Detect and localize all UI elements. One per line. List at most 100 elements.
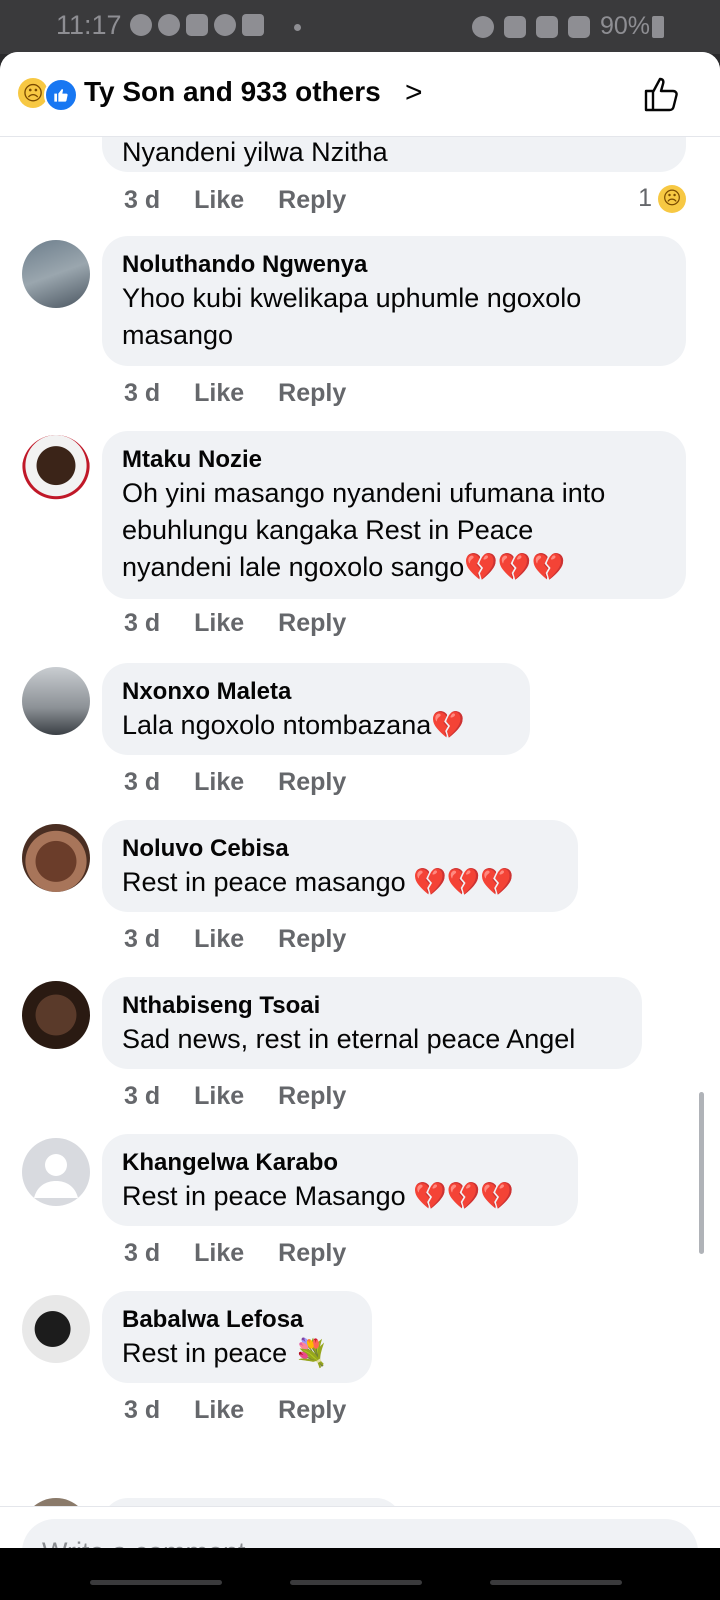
default-avatar-icon[interactable] [22, 1138, 90, 1206]
reply-button[interactable]: Reply [278, 925, 346, 954]
sad-reaction-icon: ☹ [658, 184, 686, 213]
app-icon [186, 14, 208, 36]
whatsapp-icon [130, 14, 152, 36]
reply-button[interactable]: Reply [278, 609, 346, 638]
commenter-name[interactable]: Khangelwa Karabo [122, 1148, 558, 1178]
comment-bubble[interactable]: Nyandeni yilwa Nzitha [102, 136, 686, 172]
alarm-icon [471, 15, 494, 38]
like-button[interactable]: Like [194, 379, 244, 408]
reply-button[interactable]: Reply [278, 1396, 346, 1425]
battery-icon [652, 16, 664, 38]
reply-button[interactable]: Reply [278, 1082, 346, 1111]
chevron-right-icon[interactable]: > [405, 76, 423, 110]
reply-button[interactable]: Reply [278, 1239, 346, 1268]
fire-icon [214, 14, 236, 36]
comment-bubble[interactable]: Mtaku Nozie Oh yini masango nyandeni ufu… [102, 431, 686, 599]
notification-icons [130, 14, 264, 36]
comment-time: 3 d [124, 379, 161, 407]
comment-text-line: Yhoo kubi kwelikapa uphumle ngoxolo [122, 283, 582, 313]
wifi-icon [535, 15, 558, 38]
comment-time: 3 d [124, 768, 161, 796]
commenter-name[interactable]: Nxonxo Maleta [122, 677, 510, 707]
like-button[interactable]: Like [194, 609, 244, 638]
reactions-summary[interactable]: Ty Son and 933 others [84, 76, 381, 108]
comment-composer [0, 1506, 720, 1548]
reactions-header[interactable]: ☹ Ty Son and 933 others > [0, 52, 720, 137]
comment-actions: 3 d Like Reply [124, 609, 346, 638]
messenger-icon [158, 14, 180, 36]
like-button[interactable]: Like [194, 1396, 244, 1425]
like-button[interactable]: Like [194, 1082, 244, 1111]
comment-reaction-count[interactable]: 1 ☹ [638, 184, 686, 213]
commenter-name[interactable]: Noluthando Ngwenya [122, 250, 666, 280]
comment-bubble[interactable] [102, 1498, 402, 1506]
like-reaction-icon [44, 78, 78, 112]
download-icon [242, 14, 264, 36]
like-button[interactable]: Like [194, 1239, 244, 1268]
reply-button[interactable]: Reply [278, 186, 346, 215]
scrollbar[interactable] [699, 1092, 704, 1254]
system-icons: 90% [471, 12, 650, 41]
like-button[interactable]: Like [194, 186, 244, 215]
comment-time: 3 d [124, 1082, 161, 1110]
comment-text-line: nyandeni lale ngoxolo sango💔💔💔 [122, 552, 566, 582]
more-notifications-dot [294, 24, 301, 31]
nav-home-button[interactable] [290, 1580, 422, 1585]
comment-bubble[interactable]: Khangelwa Karabo Rest in peace Masango 💔… [102, 1134, 578, 1226]
nav-recents-button[interactable] [90, 1580, 222, 1585]
nav-back-button[interactable] [490, 1580, 622, 1585]
comment-text: Sad news, rest in eternal peace Angel [122, 1024, 576, 1054]
comment-bubble[interactable]: Noluthando Ngwenya Yhoo kubi kwelikapa u… [102, 236, 686, 366]
comment-actions: 3 d Like Reply [124, 768, 346, 797]
comment-text: Nyandeni yilwa Nzitha [122, 137, 388, 167]
comment-actions: 3 d Like Reply [124, 186, 346, 215]
comment-text-line: ebuhlungu kangaka Rest in Peace [122, 515, 534, 545]
comment-text: Lala ngoxolo ntombazana💔 [122, 710, 465, 740]
comment-time: 3 d [124, 1396, 161, 1424]
comment-time: 3 d [124, 609, 161, 637]
comment-time: 3 d [124, 1239, 161, 1267]
comment-bubble[interactable]: Nthabiseng Tsoai Sad news, rest in etern… [102, 977, 642, 1069]
like-button[interactable]: Like [194, 925, 244, 954]
comment-text: Rest in peace 💐 [122, 1338, 329, 1368]
signal-icon [567, 15, 590, 38]
commenter-name[interactable]: Mtaku Nozie [122, 445, 666, 475]
mute-icon [503, 15, 526, 38]
comment-input[interactable] [22, 1519, 698, 1548]
avatar[interactable] [22, 824, 90, 892]
status-bar: 11:17 90% [0, 0, 720, 54]
reaction-icons: ☹ [18, 78, 78, 112]
status-time: 11:17 [56, 10, 122, 40]
like-thumb-icon[interactable] [642, 74, 682, 114]
comment-bubble[interactable]: Babalwa Lefosa Rest in peace 💐 [102, 1291, 372, 1383]
navigation-bar [0, 1548, 720, 1600]
avatar[interactable] [22, 1295, 90, 1363]
reply-button[interactable]: Reply [278, 379, 346, 408]
commenter-name[interactable]: Noluvo Cebisa [122, 834, 558, 864]
reply-button[interactable]: Reply [278, 768, 346, 797]
comments-list[interactable]: Nyandeni yilwa Nzitha 3 d Like Reply 1 ☹… [0, 136, 720, 1506]
comment-time: 3 d [124, 925, 161, 953]
commenter-name[interactable]: Nthabiseng Tsoai [122, 991, 622, 1021]
avatar[interactable] [22, 667, 90, 735]
comment-text: Rest in peace Masango 💔💔💔 [122, 1181, 515, 1211]
comment-text-line: Oh yini masango nyandeni ufumana into [122, 478, 606, 508]
avatar[interactable] [22, 240, 90, 308]
comment-actions: 3 d Like Reply [124, 1082, 346, 1111]
avatar[interactable] [22, 981, 90, 1049]
comment-actions: 3 d Like Reply [124, 379, 346, 408]
comments-sheet: ☹ Ty Son and 933 others > Nyandeni yilwa… [0, 52, 720, 1548]
comment-text: Rest in peace masango 💔💔💔 [122, 867, 515, 897]
comment-text-line: masango [122, 320, 234, 350]
comment-actions: 3 d Like Reply [124, 925, 346, 954]
comment-bubble[interactable]: Nxonxo Maleta Lala ngoxolo ntombazana💔 [102, 663, 530, 755]
commenter-name[interactable]: Babalwa Lefosa [122, 1305, 352, 1335]
comment-time: 3 d [124, 186, 161, 214]
avatar[interactable] [22, 435, 90, 503]
comment-bubble[interactable]: Noluvo Cebisa Rest in peace masango 💔💔💔 [102, 820, 578, 912]
like-button[interactable]: Like [194, 768, 244, 797]
comment-actions: 3 d Like Reply [124, 1396, 346, 1425]
battery-level: 90% [599, 12, 650, 40]
avatar[interactable] [22, 1498, 90, 1506]
reaction-count: 1 [638, 184, 652, 212]
